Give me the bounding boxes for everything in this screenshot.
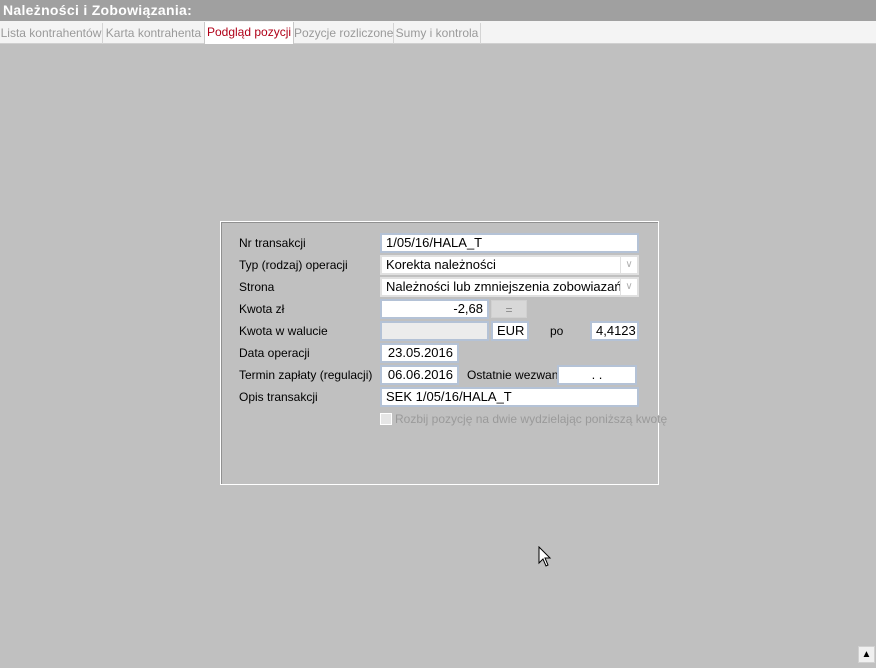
mouse-pointer-icon <box>538 546 552 567</box>
data-operacji-label: Data operacji <box>239 346 310 360</box>
tab-sumy-i-kontrola[interactable]: Sumy i kontrola <box>394 23 481 44</box>
split-checkbox[interactable] <box>380 413 392 425</box>
nr-transakcji-field[interactable]: 1/05/16/HALA_T <box>380 233 639 253</box>
tab-podglad-pozycji[interactable]: Podgląd pozycji <box>204 22 294 44</box>
chevron-down-icon[interactable]: ∨ <box>620 279 637 295</box>
kwota-zl-field[interactable]: -2,68 <box>380 299 489 319</box>
chevron-down-icon[interactable]: ∨ <box>620 257 637 273</box>
ostatnie-wezwanie-field[interactable]: . . <box>557 365 637 385</box>
exchange-rate-field[interactable]: 4,4123 <box>590 321 639 341</box>
strona-select[interactable]: Należności lub zmniejszenia zobowiazań ∨ <box>380 277 639 297</box>
ostatnie-wezwanie-label: Ostatnie wezwanie <box>467 368 568 382</box>
tab-karta-kontrahenta[interactable]: Karta kontrahenta <box>103 23 205 44</box>
kwota-waluta-field[interactable] <box>380 321 489 341</box>
tab-lista-kontrahentow[interactable]: Lista kontrahentów <box>0 23 103 44</box>
data-operacji-field[interactable]: 23.05.2016 <box>380 343 459 363</box>
strona-value: Należności lub zmniejszenia zobowiazań <box>386 279 622 294</box>
nr-transakcji-label: Nr transakcji <box>239 236 306 250</box>
window-title: Należności i Zobowiązania: <box>0 0 876 21</box>
transaction-panel: Nr transakcji 1/05/16/HALA_T Typ (rodzaj… <box>220 221 667 485</box>
typ-operacji-select[interactable]: Korekta należności ∨ <box>380 255 639 275</box>
termin-zaplaty-field[interactable]: 06.06.2016 <box>380 365 459 385</box>
equals-button[interactable]: = <box>491 300 527 318</box>
tab-bar: Lista kontrahentów Karta kontrahenta Pod… <box>0 21 876 44</box>
kwota-waluta-label: Kwota w walucie <box>239 324 328 338</box>
currency-field[interactable]: EUR <box>491 321 529 341</box>
strona-label: Strona <box>239 280 275 294</box>
typ-operacji-value: Korekta należności <box>386 257 496 272</box>
opis-transakcji-label: Opis transakcji <box>239 390 318 404</box>
tab-pozycje-rozliczone[interactable]: Pozycje rozliczone <box>294 23 394 44</box>
split-checkbox-label[interactable]: Rozbij pozycję na dwie wydzielając poniż… <box>395 412 667 426</box>
kwota-zl-label: Kwota zł <box>239 302 285 316</box>
opis-transakcji-field[interactable]: SEK 1/05/16/HALA_T <box>380 387 639 407</box>
po-label: po <box>550 324 564 338</box>
termin-zaplaty-label: Termin zapłaty (regulacji) <box>239 368 373 382</box>
caret-up-icon[interactable]: ▲ <box>858 646 875 663</box>
typ-operacji-label: Typ (rodzaj) operacji <box>239 258 348 272</box>
